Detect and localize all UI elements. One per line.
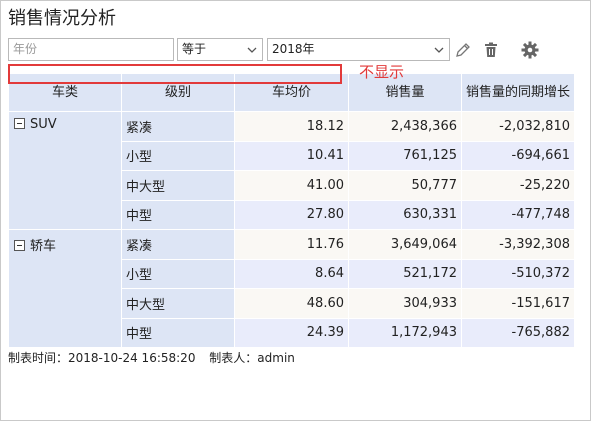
yoy-cell: -2,032,810 (461, 111, 575, 142)
value-text: 2018年 (272, 42, 315, 56)
yoy-cell: -151,617 (461, 288, 575, 319)
level-cell: 紧凑 (121, 229, 235, 260)
operator-select[interactable]: 等于 (177, 38, 263, 61)
table-row: 轿车 紧凑 11.76 3,649,064 -3,392,308 (8, 229, 575, 348)
created-by: 制表人：admin (209, 351, 295, 365)
yoy-cell: -25,220 (461, 170, 575, 201)
sales-cell: 1,172,943 (348, 317, 462, 348)
report-panel: 销售情况分析 年份 等于 2018年 车类 级别 车均价 销售量 销售量的同期增… (0, 0, 591, 421)
page-title: 销售情况分析 (8, 8, 116, 29)
collapse-icon[interactable] (14, 118, 25, 129)
col-header-yoy[interactable]: 销售量的同期增长 (461, 73, 575, 112)
yoy-cell: -765,882 (461, 317, 575, 348)
sales-cell: 3,649,064 (348, 229, 462, 260)
yoy-cell: -477,748 (461, 199, 575, 230)
group-label: 轿车 (30, 239, 57, 254)
report-footer: 制表时间：2018-10-24 16:58:20 制表人：admin (8, 350, 305, 366)
sales-cell: 761,125 (348, 140, 462, 171)
avg-price-cell: 27.80 (234, 199, 349, 230)
chevron-down-icon (434, 47, 444, 53)
gear-icon[interactable] (521, 41, 539, 59)
level-cell: 中型 (121, 199, 235, 230)
hidden-annotation-label: 不显示 (359, 63, 405, 81)
avg-price-cell: 41.00 (234, 170, 349, 201)
level-cell: 紧凑 (121, 111, 235, 142)
level-cell: 中型 (121, 317, 235, 348)
group-label: SUV (30, 117, 57, 132)
value-select[interactable]: 2018年 (267, 38, 450, 61)
avg-price-cell: 24.39 (234, 317, 349, 348)
created-time: 制表时间：2018-10-24 16:58:20 (8, 351, 196, 365)
yoy-cell: -694,661 (461, 140, 575, 171)
yoy-cell: -3,392,308 (461, 229, 575, 260)
sales-cell: 521,172 (348, 258, 462, 289)
avg-price-cell: 18.12 (234, 111, 349, 142)
pencil-icon[interactable] (454, 41, 472, 59)
level-cell: 小型 (121, 258, 235, 289)
operator-value: 等于 (182, 42, 207, 56)
sales-pivot-table: 车类 级别 车均价 销售量 销售量的同期增长 SUV 紧凑 18.12 2,43… (8, 73, 575, 348)
field-placeholder: 年份 (13, 42, 38, 56)
group-cell-sedan: 轿车 (8, 229, 122, 348)
hidden-row-highlight (8, 64, 342, 84)
group-cell-suv: SUV (8, 111, 122, 230)
avg-price-cell: 8.64 (234, 258, 349, 289)
table-row: SUV 紧凑 18.12 2,438,366 -2,032,810 (8, 111, 575, 230)
level-cell: 小型 (121, 140, 235, 171)
field-input[interactable]: 年份 (8, 38, 174, 61)
avg-price-cell: 48.60 (234, 288, 349, 319)
sales-cell: 630,331 (348, 199, 462, 230)
level-cell: 中大型 (121, 170, 235, 201)
sales-cell: 2,438,366 (348, 111, 462, 142)
chevron-down-icon (247, 47, 257, 53)
avg-price-cell: 11.76 (234, 229, 349, 260)
sales-cell: 50,777 (348, 170, 462, 201)
trash-icon[interactable] (482, 41, 500, 59)
level-cell: 中大型 (121, 288, 235, 319)
collapse-icon[interactable] (14, 240, 25, 251)
sales-cell: 304,933 (348, 288, 462, 319)
avg-price-cell: 10.41 (234, 140, 349, 171)
yoy-cell: -510,372 (461, 258, 575, 289)
